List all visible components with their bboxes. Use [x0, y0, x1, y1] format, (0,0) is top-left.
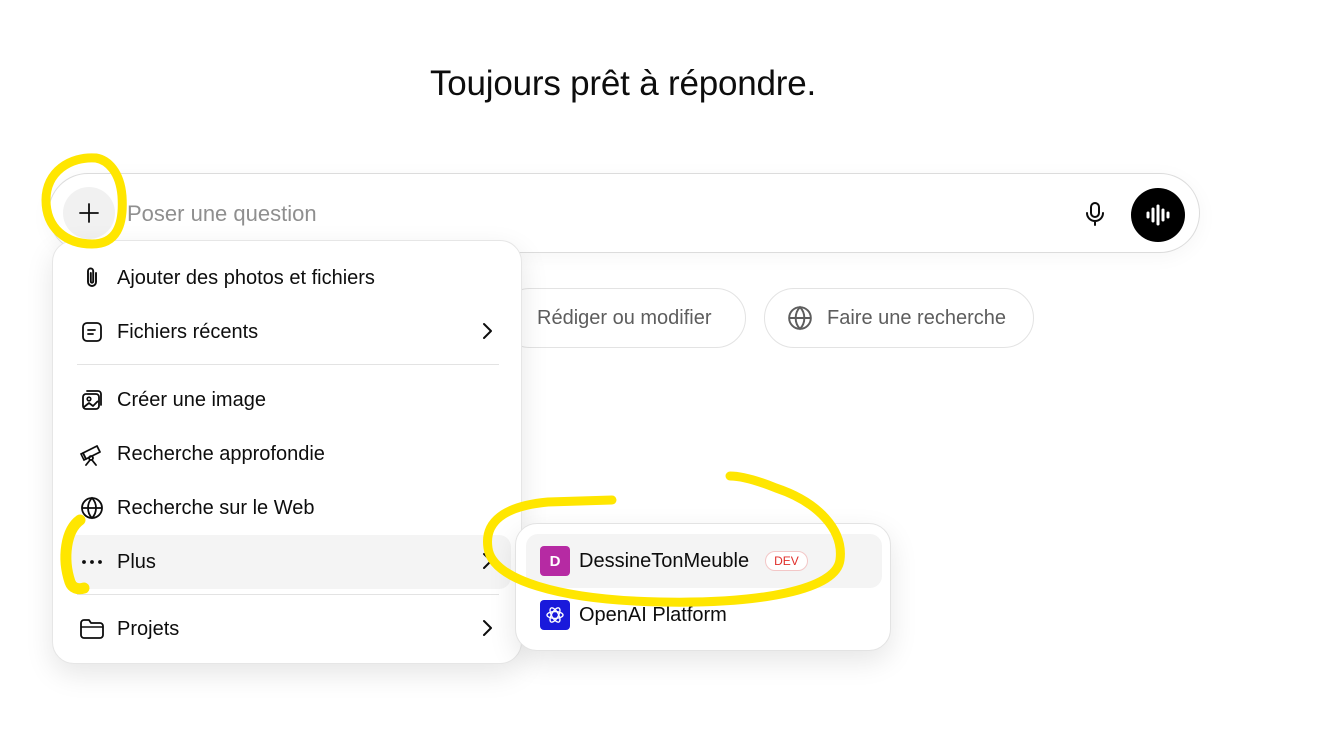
- chevron-right-icon: [483, 620, 492, 636]
- menu-item-web-search[interactable]: Recherche sur le Web: [65, 481, 511, 535]
- menu-item-deep-research[interactable]: Recherche approfondie: [65, 427, 511, 481]
- menu-item-more[interactable]: Plus: [65, 535, 511, 589]
- menu-item-recent-files[interactable]: Fichiers récents: [65, 305, 511, 359]
- menu-item-projects[interactable]: Projets: [65, 602, 511, 656]
- chip-label: Faire une recherche: [827, 306, 1006, 329]
- chevron-right-icon: [483, 553, 492, 569]
- chip-label: Rédiger ou modifier: [537, 306, 712, 329]
- chip-search[interactable]: Faire une recherche: [764, 288, 1034, 348]
- menu-item-create-image[interactable]: Créer une image: [65, 373, 511, 427]
- telescope-icon: [79, 445, 101, 466]
- menu-item-label: Plus: [117, 550, 156, 573]
- dev-badge: DEV: [765, 551, 808, 571]
- menu-item-label: Recherche approfondie: [117, 442, 325, 465]
- page-title: Toujours prêt à répondre.: [429, 64, 817, 103]
- voice-mode-button[interactable]: [1131, 188, 1185, 242]
- folder-icon: [80, 619, 104, 639]
- globe-icon: [788, 305, 812, 331]
- submenu-item-openai-platform[interactable]: OpenAI Platform: [526, 588, 882, 642]
- chip-write-edit[interactable]: Rédiger ou modifier: [500, 288, 746, 348]
- menu-divider: [77, 594, 499, 595]
- menu-item-add-files[interactable]: Ajouter des photos et fichiers: [65, 251, 511, 305]
- menu-item-label: Ajouter des photos et fichiers: [117, 266, 375, 289]
- plus-icon: [79, 203, 99, 223]
- paperclip-icon: [87, 267, 97, 287]
- submenu-item-label: OpenAI Platform: [579, 603, 727, 626]
- chevron-right-icon: [483, 323, 492, 339]
- app-avatar: D: [540, 546, 570, 576]
- globe-icon: [81, 496, 103, 520]
- openai-logo-icon: [540, 600, 570, 630]
- file-icon: [82, 322, 102, 342]
- menu-item-label: Recherche sur le Web: [117, 496, 315, 519]
- more-submenu: D DessineTonMeuble DEV OpenAI Platform: [515, 523, 891, 651]
- microphone-icon: [1086, 202, 1104, 226]
- menu-item-label: Créer une image: [117, 388, 266, 411]
- menu-item-label: Projets: [117, 617, 180, 640]
- dictate-button[interactable]: [1075, 194, 1115, 234]
- menu-item-label: Fichiers récents: [117, 320, 259, 343]
- image-create-icon: [82, 390, 102, 410]
- submenu-item-dessinetonmeuble[interactable]: D DessineTonMeuble DEV: [526, 534, 882, 588]
- submenu-item-label: DessineTonMeuble: [579, 549, 750, 572]
- attachment-menu: Ajouter des photos et fichiers Fichiers …: [52, 240, 522, 664]
- more-dots-icon: [82, 560, 102, 564]
- menu-divider: [77, 364, 499, 365]
- add-attachment-button[interactable]: [63, 187, 115, 239]
- voice-waveform-icon: [1146, 204, 1170, 226]
- prompt-input[interactable]: [127, 196, 1027, 232]
